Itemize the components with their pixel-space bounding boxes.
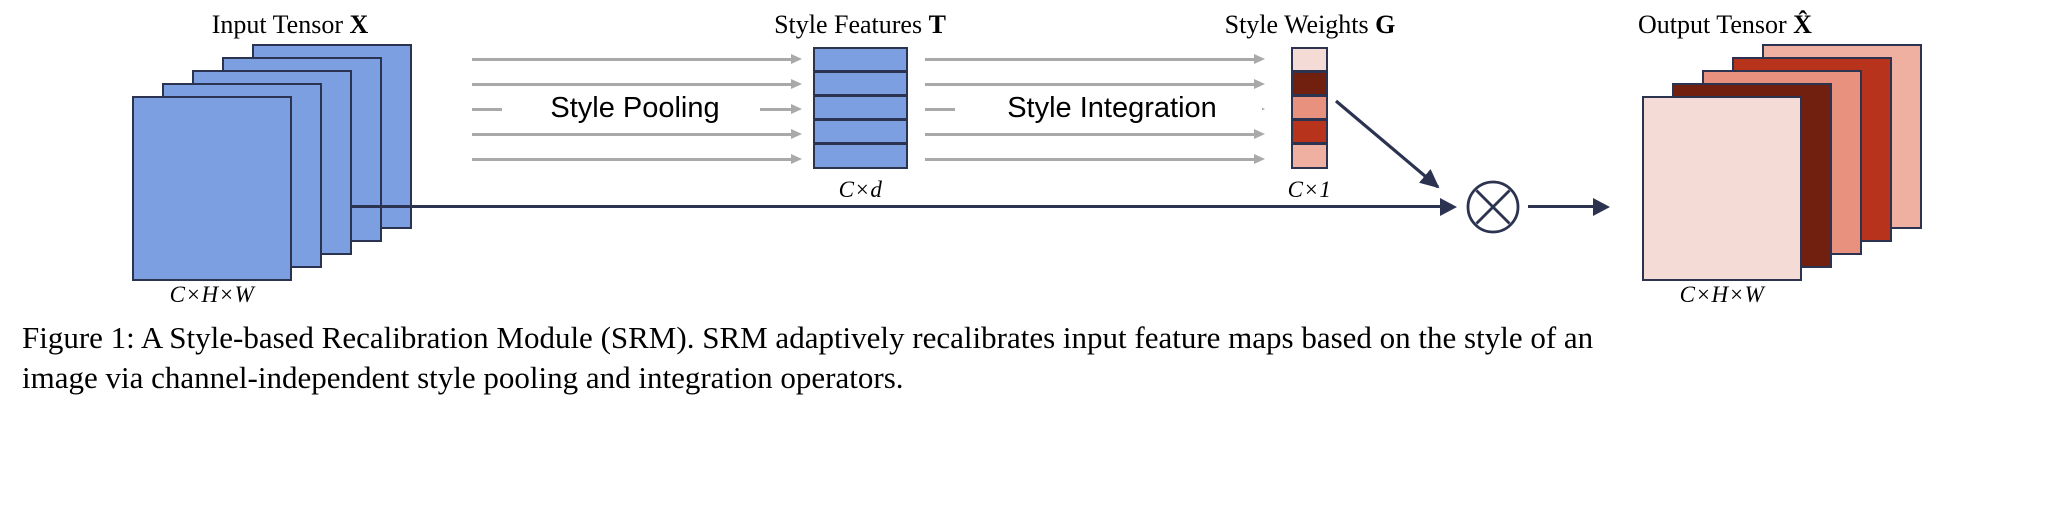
style-integration-arrow-1 <box>925 54 1265 64</box>
style-features-row-5 <box>813 143 908 169</box>
style-features-block <box>813 47 908 169</box>
output-tensor-symbol: X̂ <box>1793 10 1812 39</box>
style-pooling-arrow-2 <box>472 79 802 89</box>
style-features-dims: C×d <box>838 177 883 202</box>
input-tensor-slab-1 <box>132 96 292 281</box>
figure-caption-line-1: Figure 1: A Style-based Recalibration Mo… <box>22 320 1594 355</box>
style-weight-cell-2 <box>1291 71 1328 96</box>
style-features-symbol: T <box>928 10 946 39</box>
style-integration-arrow-4 <box>925 129 1265 139</box>
style-pooling-label: Style Pooling <box>510 92 760 125</box>
style-features-row-1 <box>813 47 908 72</box>
output-tensor-slab-1 <box>1642 96 1802 281</box>
style-pooling-arrow-4 <box>472 129 802 139</box>
output-tensor-stack <box>1640 44 1970 281</box>
style-integration-label: Style Integration <box>962 92 1262 125</box>
style-weights-title: Style Weights G <box>1150 10 1470 40</box>
style-features-row-2 <box>813 71 908 96</box>
style-weight-cell-4 <box>1291 119 1328 144</box>
style-weight-cell-5 <box>1291 143 1328 169</box>
figure-caption-line-2: image via channel-independent style pool… <box>22 360 904 395</box>
figure-caption: Figure 1: A Style-based Recalibration Mo… <box>22 318 2032 398</box>
style-pooling-arrow-1 <box>472 54 802 64</box>
input-tensor-stack <box>130 44 460 281</box>
output-tensor-title: Output Tensor X̂ <box>1560 10 1890 40</box>
input-tensor-symbol: X <box>349 10 369 39</box>
style-features-title: Style Features T <box>700 10 1020 40</box>
style-weights-column <box>1291 47 1328 169</box>
style-weight-cell-3 <box>1291 95 1328 120</box>
output-tensor-title-text: Output Tensor <box>1638 10 1787 39</box>
input-tensor-title-text: Input Tensor <box>211 10 343 39</box>
style-weights-symbol: G <box>1375 10 1396 39</box>
style-features-row-3 <box>813 95 908 120</box>
style-features-row-4 <box>813 119 908 144</box>
output-connection-shaft <box>1528 205 1593 208</box>
style-weights-title-text: Style Weights <box>1224 10 1369 39</box>
skip-connection-arrowhead <box>1440 197 1457 216</box>
output-tensor-dims: C×H×W <box>1679 282 1765 307</box>
figure-canvas: Input Tensor X C×H×W Style Pooling Style… <box>0 0 2058 522</box>
input-tensor-dims: C×H×W <box>169 282 255 307</box>
style-weight-cell-1 <box>1291 47 1328 72</box>
skip-connection-shaft <box>350 205 1440 208</box>
multiply-operator-icon <box>1466 180 1520 234</box>
style-features-title-text: Style Features <box>774 10 923 39</box>
input-tensor-title: Input Tensor X <box>130 10 450 40</box>
output-connection-arrowhead <box>1593 197 1610 216</box>
style-integration-arrow-5 <box>925 154 1265 164</box>
style-integration-arrow-2 <box>925 79 1265 89</box>
style-pooling-arrow-5 <box>472 154 802 164</box>
diagonal-arrow-to-multiply <box>1334 99 1440 189</box>
